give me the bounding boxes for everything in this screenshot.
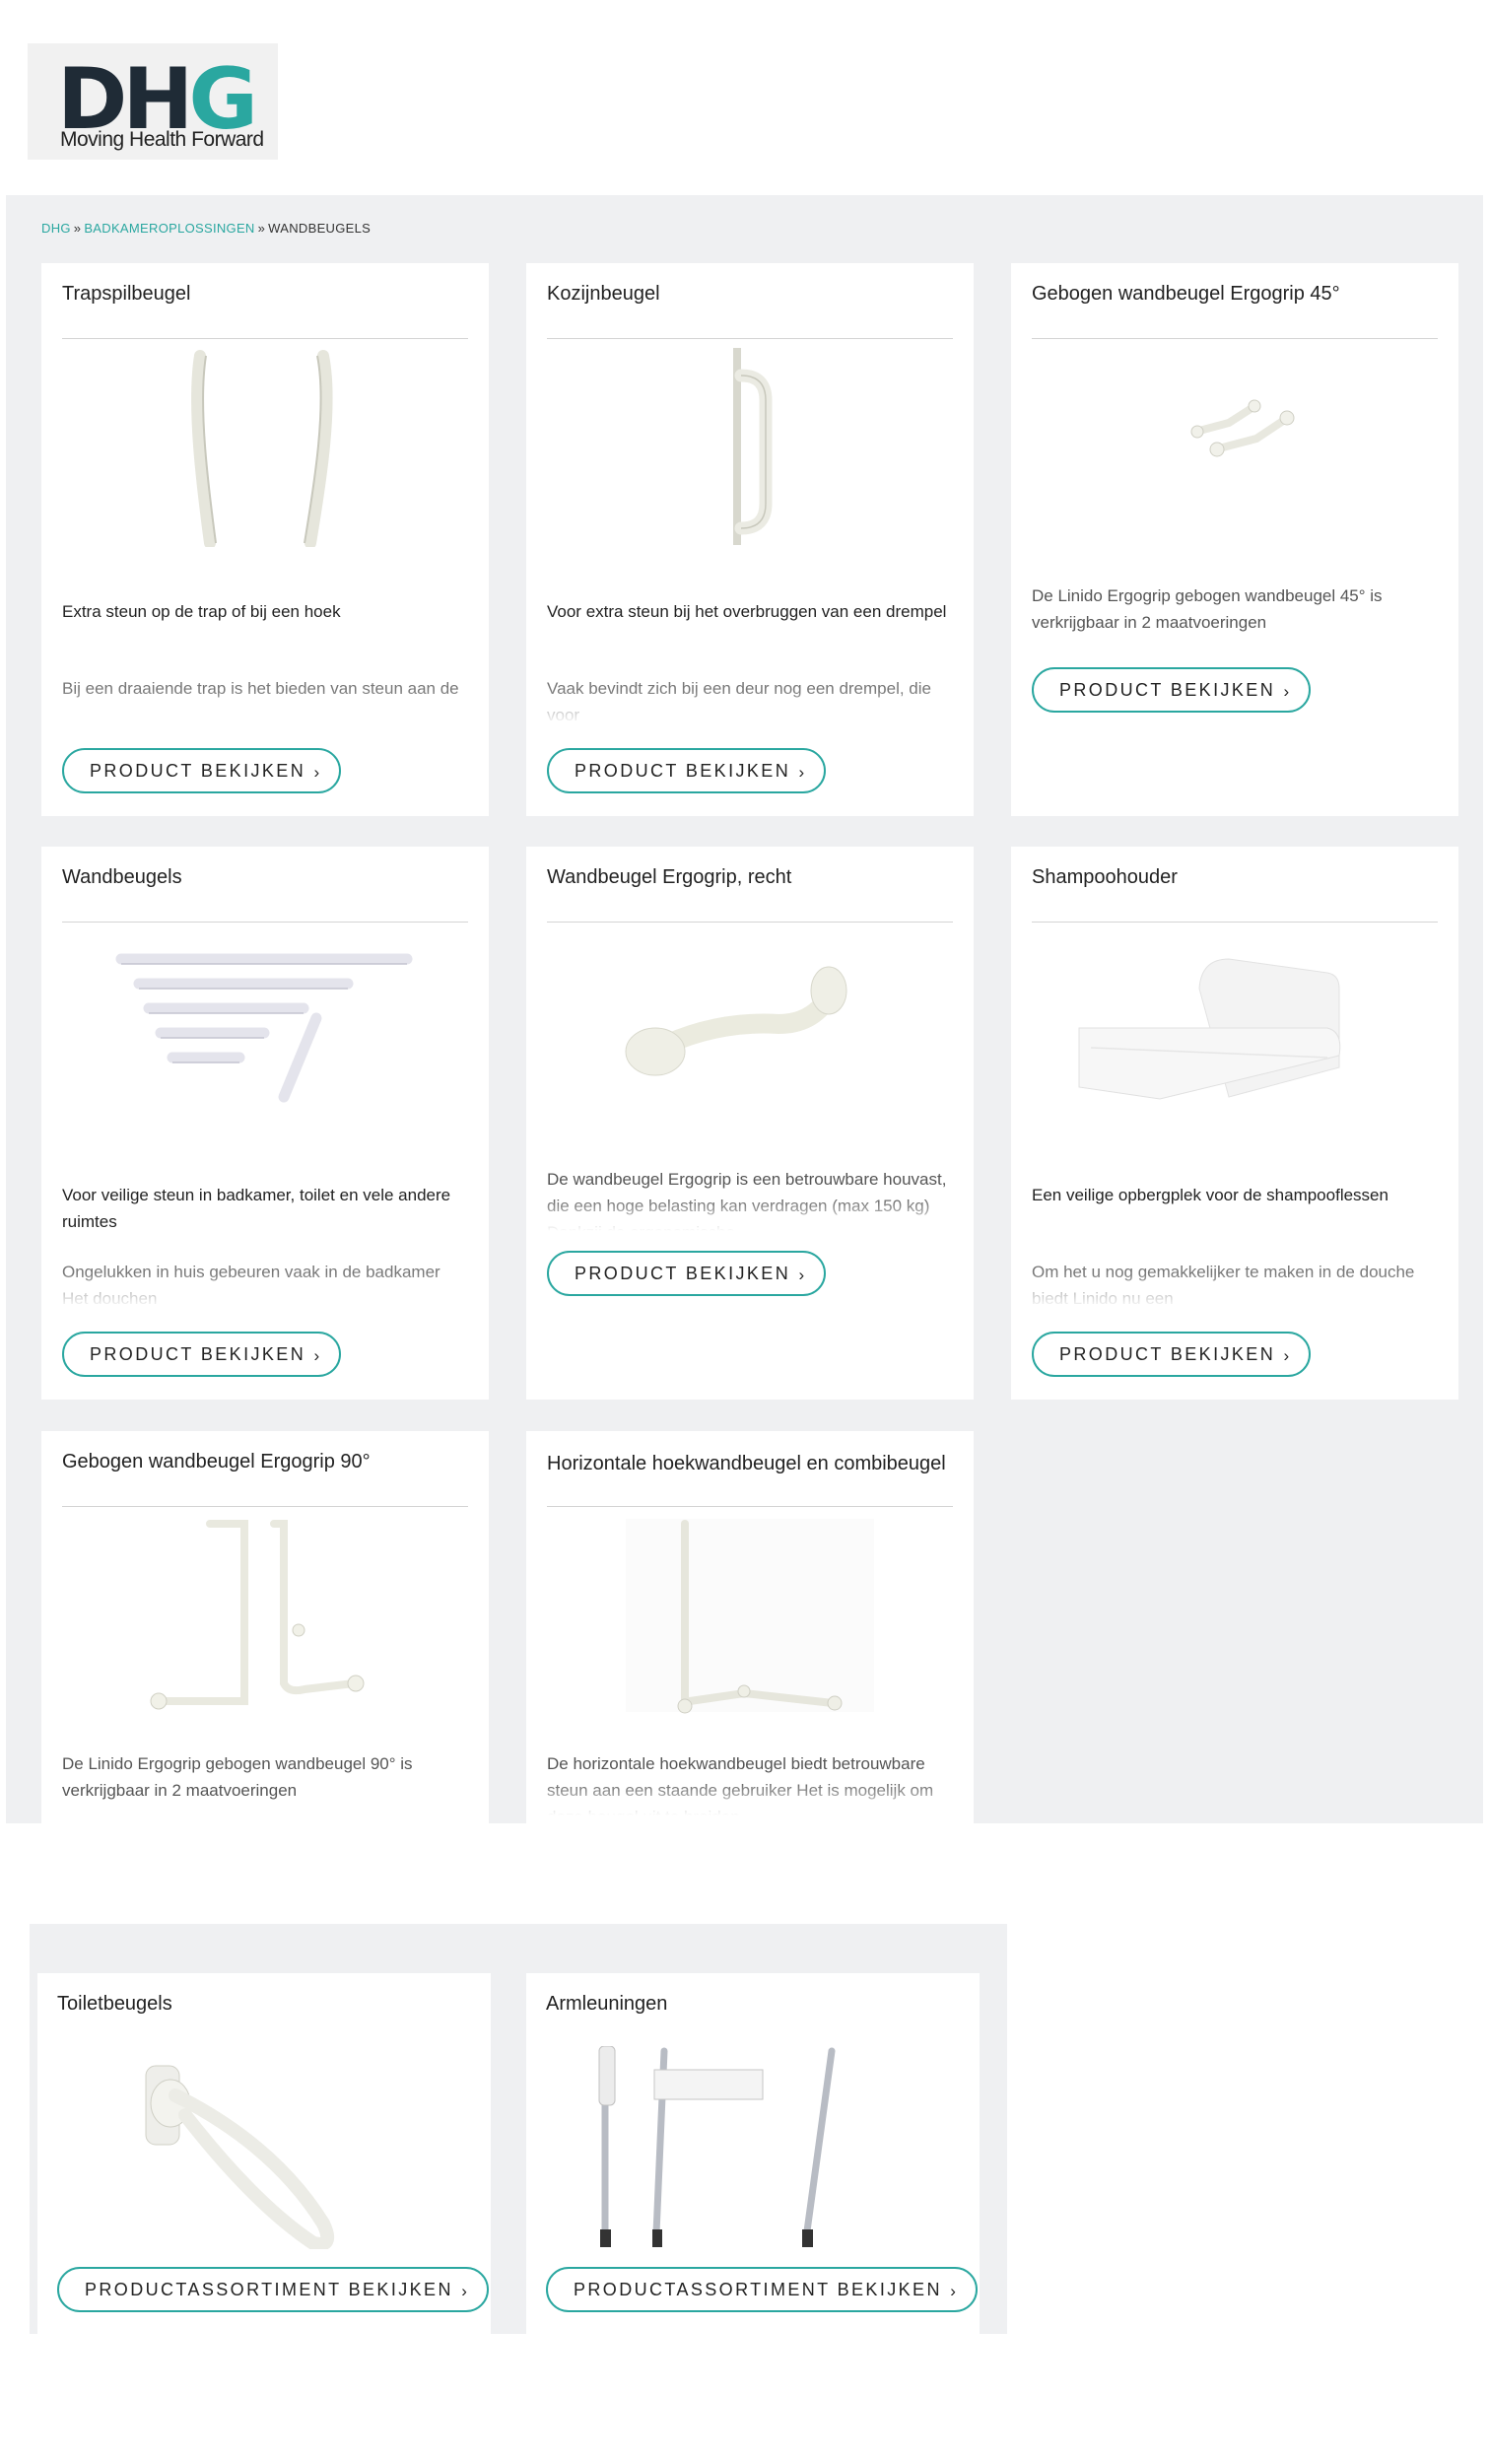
- product-lead: De Linido Ergogrip gebogen wandbeugel 90…: [62, 1754, 413, 1800]
- product-image[interactable]: [547, 1514, 953, 1715]
- product-description: Om het u nog gemakkelijker te maken in d…: [1032, 1263, 1415, 1308]
- chevron-right-icon: ›: [313, 763, 320, 782]
- view-assortment-button[interactable]: PRODUCTASSORTIMENT BEKIJKEN ›: [546, 2267, 978, 2312]
- category-title: Toiletbeugels: [57, 1993, 172, 2015]
- product-card: Wandbeugels Voor veilige steun in badkam…: [41, 847, 489, 1400]
- product-title: Shampoohouder: [1032, 866, 1178, 888]
- product-title: Gebogen wandbeugel Ergogrip 45°: [1032, 283, 1340, 305]
- product-description: Bij een draaiende trap is het bieden van…: [62, 679, 459, 698]
- product-card: Gebogen wandbeugel Ergogrip 90° De Linid…: [41, 1431, 489, 1823]
- breadcrumb-link-badkameroplossingen[interactable]: BADKAMEROPLOSSINGEN: [84, 221, 254, 236]
- category-image[interactable]: [566, 2046, 940, 2249]
- divider: [62, 922, 468, 923]
- category-card: Armleuningen PRODUCTASSORTIMENT BEKIJKEN…: [526, 1973, 980, 2334]
- product-title: Wandbeugels: [62, 866, 182, 888]
- divider: [1032, 338, 1438, 339]
- category-title: Armleuningen: [546, 1993, 668, 2015]
- product-card: Trapspilbeugel Extra steun op de trap of…: [41, 263, 489, 816]
- product-image[interactable]: [547, 929, 953, 1130]
- product-lead: De horizontale hoekwandbeugel biedt betr…: [547, 1754, 934, 1815]
- logo-tagline: Moving Health Forward: [60, 128, 264, 151]
- product-grid-section: DHG» BADKAMEROPLOSSINGEN» WANDBEUGELS Trap…: [6, 195, 1483, 1823]
- related-categories-section: Toiletbeugels PRODUCTASSORTIMENT BEKIJKE…: [30, 1924, 1007, 2334]
- product-lead: Extra steun op de trap of bij een hoek: [62, 602, 341, 621]
- product-lead: De wandbeugel Ergogrip is een betrouwbar…: [547, 1170, 947, 1231]
- product-card: Shampoohouder Een veilige opbergplek voo…: [1011, 847, 1458, 1400]
- product-lead: Voor extra steun bij het overbruggen van…: [547, 602, 947, 621]
- product-title: Wandbeugel Ergogrip, recht: [547, 866, 792, 888]
- view-product-button[interactable]: PRODUCT BEKIJKEN ›: [547, 1251, 827, 1296]
- product-lead: De Linido Ergogrip gebogen wandbeugel 45…: [1032, 586, 1383, 632]
- product-title: Horizontale hoekwandbeugel en combibeuge…: [547, 1453, 946, 1474]
- chevron-right-icon: ›: [798, 1266, 805, 1284]
- brand-logo[interactable]: DHG Moving Health Forward: [28, 43, 278, 160]
- chevron-right-icon: ›: [1283, 682, 1290, 701]
- product-card: Wandbeugel Ergogrip, recht De wandbeugel…: [526, 847, 974, 1400]
- divider: [547, 1506, 953, 1507]
- product-lead: Een veilige opbergplek voor de shampoofl…: [1032, 1186, 1388, 1204]
- product-image[interactable]: [547, 346, 953, 547]
- chevron-right-icon: ›: [950, 2282, 956, 2300]
- view-product-button[interactable]: PRODUCT BEKIJKEN ›: [62, 748, 342, 793]
- chevron-right-icon: ›: [313, 1346, 320, 1365]
- product-card: Horizontale hoekwandbeugel en combibeuge…: [526, 1431, 974, 1823]
- product-title: Trapspilbeugel: [62, 283, 191, 305]
- category-image[interactable]: [77, 2046, 451, 2249]
- product-image[interactable]: [62, 346, 468, 547]
- view-product-button[interactable]: PRODUCT BEKIJKEN ›: [547, 748, 827, 793]
- chevron-right-icon: ›: [461, 2282, 467, 2300]
- breadcrumb-link-home[interactable]: DHG: [41, 221, 71, 236]
- divider: [547, 922, 953, 923]
- product-title: Kozijnbeugel: [547, 283, 660, 305]
- chevron-right-icon: ›: [1283, 1346, 1290, 1365]
- breadcrumb: DHG» BADKAMEROPLOSSINGEN» WANDBEUGELS: [41, 221, 372, 236]
- product-image[interactable]: [1032, 346, 1438, 547]
- product-description: Vaak bevindt zich bij een deur nog een d…: [547, 679, 931, 724]
- divider: [62, 338, 468, 339]
- product-image[interactable]: [62, 929, 468, 1130]
- product-image[interactable]: [1032, 929, 1438, 1130]
- chevron-right-icon: ›: [798, 763, 805, 782]
- divider: [1032, 922, 1438, 923]
- category-card: Toiletbeugels PRODUCTASSORTIMENT BEKIJKE…: [37, 1973, 491, 2334]
- product-description: Ongelukken in huis gebeuren vaak in de b…: [62, 1263, 440, 1308]
- divider: [62, 1506, 468, 1507]
- product-image[interactable]: [62, 1514, 468, 1715]
- view-product-button[interactable]: PRODUCT BEKIJKEN ›: [1032, 1332, 1312, 1377]
- view-assortment-button[interactable]: PRODUCTASSORTIMENT BEKIJKEN ›: [57, 2267, 489, 2312]
- product-card: Gebogen wandbeugel Ergogrip 45° De Linid…: [1011, 263, 1458, 816]
- view-product-button[interactable]: PRODUCT BEKIJKEN ›: [62, 1332, 342, 1377]
- product-lead: Voor veilige steun in badkamer, toilet e…: [62, 1186, 451, 1231]
- product-title: Gebogen wandbeugel Ergogrip 90°: [62, 1451, 371, 1472]
- view-product-button[interactable]: PRODUCT BEKIJKEN ›: [1032, 667, 1312, 713]
- product-card: Kozijnbeugel Voor extra steun bij het ov…: [526, 263, 974, 816]
- divider: [547, 338, 953, 339]
- breadcrumb-current: WANDBEUGELS: [268, 221, 372, 236]
